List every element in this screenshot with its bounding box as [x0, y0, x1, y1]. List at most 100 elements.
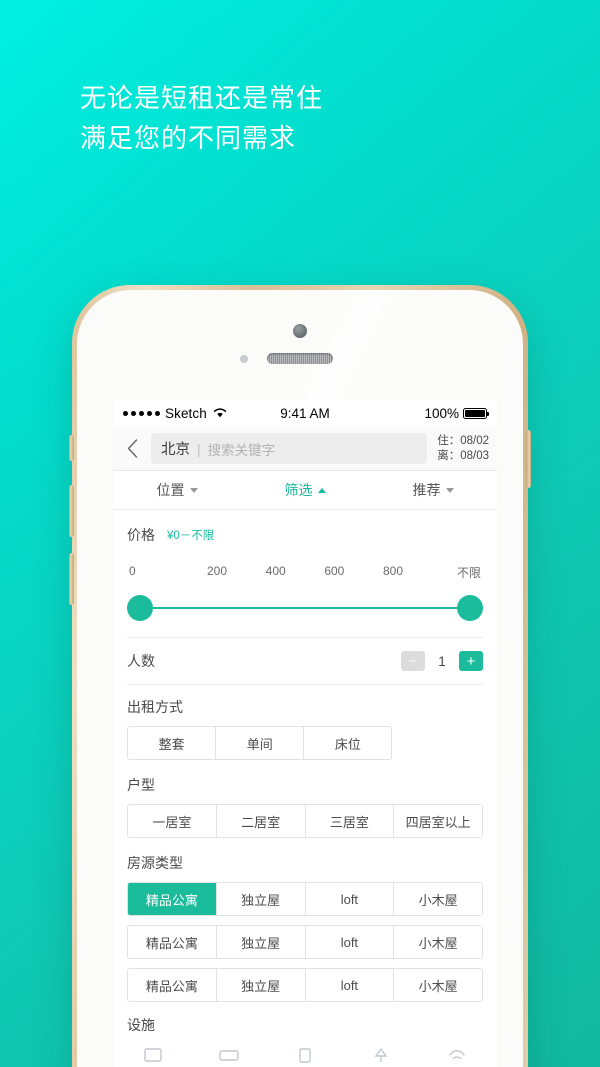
- checkout-date: 08/03: [460, 449, 489, 462]
- price-header: 价格 ¥0－不限: [127, 525, 483, 545]
- option-house-1-2[interactable]: loft: [304, 926, 394, 958]
- filter-panel: 价格 ¥0－不限 0 200 400 600 800 不限 人数 − 1 + 出…: [113, 510, 497, 1067]
- checkin-row: 住：08/02: [437, 434, 489, 449]
- checkin-label: 住：: [437, 434, 461, 447]
- facility-item[interactable]: [133, 1047, 173, 1067]
- chevron-down-icon: [189, 487, 198, 493]
- house-type-section: 房源类型 精品公寓 独立屋 loft 小木屋 精品公寓 独立屋 loft 小木屋…: [113, 847, 497, 1002]
- rental-type-options: 整套 单间 床位: [127, 726, 393, 760]
- rental-type-title: 出租方式: [127, 699, 183, 715]
- wifi-facility-icon: [446, 1047, 468, 1067]
- chevron-down-icon: [445, 487, 454, 493]
- price-tick: 0: [129, 564, 136, 578]
- option-rental-0[interactable]: 整套: [128, 727, 216, 759]
- slider-handle-min[interactable]: [127, 595, 153, 621]
- facility-item[interactable]: [285, 1047, 325, 1067]
- option-house-0-0[interactable]: 精品公寓: [128, 883, 216, 915]
- tab-recommend-label: 推荐: [412, 482, 441, 498]
- price-tick: 400: [265, 564, 286, 578]
- front-camera-icon: [293, 324, 307, 338]
- search-input[interactable]: 北京 | 搜索关键字: [151, 433, 428, 464]
- house-type-options-row-2: 精品公寓 独立屋 loft 小木屋: [127, 925, 483, 959]
- price-section: 价格 ¥0－不限 0 200 400 600 800 不限: [113, 510, 497, 638]
- option-rental-2[interactable]: 床位: [303, 727, 392, 759]
- facilities-title: 设施: [127, 1017, 155, 1033]
- facility-item[interactable]: [361, 1047, 401, 1067]
- headline-line-2: 满足您的不同需求: [80, 123, 297, 153]
- people-increment-button[interactable]: +: [459, 651, 483, 671]
- bed-icon: [218, 1047, 240, 1067]
- facilities-icon-row: [127, 1047, 483, 1067]
- tv-icon: [143, 1047, 163, 1067]
- option-house-2-1[interactable]: 独立屋: [215, 969, 305, 1001]
- option-house-1-1[interactable]: 独立屋: [215, 926, 305, 958]
- volume-up-button[interactable]: [69, 485, 74, 537]
- house-type-options-row-1: 精品公寓 独立屋 loft 小木屋: [127, 882, 483, 916]
- earpiece-speaker: [267, 353, 333, 364]
- house-type-title-wrap: 房源类型: [127, 853, 483, 873]
- back-chevron-icon[interactable]: [119, 439, 145, 458]
- page-headline: 无论是短租还是常住 满足您的不同需求: [80, 78, 323, 158]
- price-tick: 800: [383, 564, 404, 578]
- app-screenshot: 无论是短租还是常住 满足您的不同需求 Sketch 9:41 AM 100% 北…: [0, 0, 600, 1067]
- phone-device: Sketch 9:41 AM 100% 北京 | 搜索关键字 住：08/02 离…: [69, 285, 531, 1067]
- option-layout-0[interactable]: 一居室: [128, 805, 216, 837]
- power-button[interactable]: [526, 430, 531, 488]
- option-house-1-3[interactable]: 小木屋: [393, 926, 482, 958]
- price-range-slider[interactable]: [127, 593, 483, 623]
- facilities-section: 设施: [113, 1011, 497, 1067]
- tab-filter-label: 筛选: [284, 482, 313, 498]
- option-layout-1[interactable]: 二居室: [215, 805, 305, 837]
- price-tick: 600: [324, 564, 345, 578]
- layout-type-title-wrap: 户型: [127, 775, 483, 795]
- volume-down-button[interactable]: [69, 553, 74, 605]
- battery-full-icon: [463, 408, 489, 419]
- option-house-2-2[interactable]: loft: [304, 969, 394, 1001]
- house-type-options-row-3: 精品公寓 独立屋 loft 小木屋: [127, 968, 483, 1002]
- price-tick: 不限: [457, 566, 482, 580]
- option-house-1-0[interactable]: 精品公寓: [128, 926, 216, 958]
- people-decrement-button[interactable]: −: [401, 651, 425, 671]
- status-bar: Sketch 9:41 AM 100%: [113, 400, 497, 427]
- checkout-row: 离：08/03: [437, 449, 489, 464]
- tab-recommend[interactable]: 推荐: [369, 471, 497, 509]
- layout-type-options: 一居室 二居室 三居室 四居室以上: [127, 804, 483, 838]
- option-house-0-3[interactable]: 小木屋: [393, 883, 482, 915]
- tab-filter[interactable]: 筛选: [241, 471, 369, 509]
- slider-track: [140, 607, 470, 609]
- search-navbar: 北京 | 搜索关键字 住：08/02 离：08/03: [113, 427, 497, 471]
- chevron-up-icon: [317, 487, 326, 493]
- people-value: 1: [438, 653, 446, 669]
- option-layout-3[interactable]: 四居室以上: [393, 805, 482, 837]
- people-title: 人数: [127, 653, 155, 669]
- price-tick: 200: [206, 564, 228, 578]
- facilities-title-wrap: 设施: [127, 1015, 483, 1035]
- checkin-date: 08/02: [460, 434, 489, 447]
- option-house-2-0[interactable]: 精品公寓: [128, 969, 216, 1001]
- mute-switch[interactable]: [69, 435, 74, 461]
- checkout-label: 离：: [437, 449, 461, 462]
- option-house-0-2[interactable]: loft: [304, 883, 394, 915]
- option-rental-1[interactable]: 单间: [215, 727, 304, 759]
- price-value: ¥0－不限: [167, 530, 215, 542]
- option-house-2-3[interactable]: 小木屋: [393, 969, 482, 1001]
- facility-item[interactable]: [209, 1047, 249, 1067]
- phone-screen: Sketch 9:41 AM 100% 北京 | 搜索关键字 住：08/02 离…: [113, 400, 497, 1067]
- price-title: 价格: [127, 527, 155, 543]
- layout-type-title: 户型: [127, 777, 155, 793]
- filter-tabs: 位置 筛选 推荐: [113, 471, 497, 510]
- rental-type-section: 出租方式 整套 单间 床位: [113, 685, 497, 760]
- option-house-0-1[interactable]: 独立屋: [215, 883, 305, 915]
- search-placeholder: 搜索关键字: [207, 442, 276, 458]
- slider-handle-max[interactable]: [457, 595, 483, 621]
- tab-location[interactable]: 位置: [113, 471, 241, 509]
- search-city-label: 北京: [161, 442, 190, 458]
- option-layout-2[interactable]: 三居室: [304, 805, 394, 837]
- phone-front-panel: Sketch 9:41 AM 100% 北京 | 搜索关键字 住：08/02 离…: [77, 290, 523, 1067]
- house-type-title: 房源类型: [127, 855, 183, 871]
- proximity-sensor-icon: [240, 355, 248, 363]
- facility-item[interactable]: [437, 1047, 477, 1067]
- date-range[interactable]: 住：08/02 离：08/03: [433, 434, 489, 464]
- people-section: 人数 − 1 +: [113, 638, 497, 684]
- layout-type-section: 户型 一居室 二居室 三居室 四居室以上: [113, 769, 497, 838]
